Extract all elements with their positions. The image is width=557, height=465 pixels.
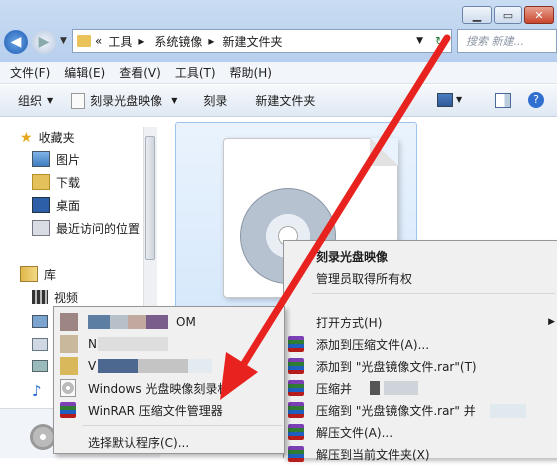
annotation-arrow xyxy=(220,34,451,400)
